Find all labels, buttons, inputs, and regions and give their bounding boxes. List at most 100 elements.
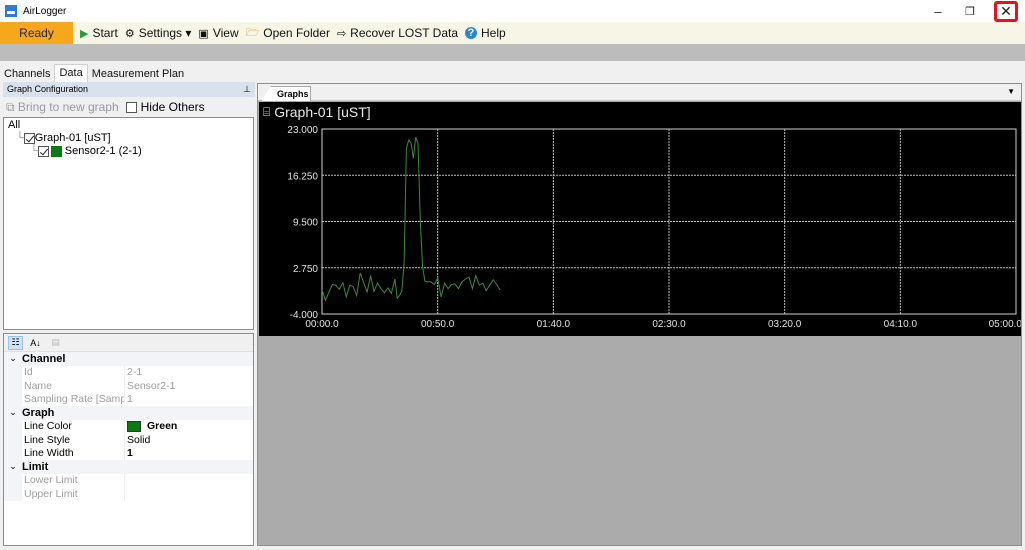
tree-graph-node[interactable]: └ Graph-01 [uST]: [8, 132, 249, 145]
bring-to-new-graph-button[interactable]: ⧉ Bring to new graph: [6, 100, 119, 115]
property-value-cell[interactable]: Solid: [124, 433, 253, 447]
property-value-cell[interactable]: Green: [124, 419, 253, 433]
settings-label: Settings ▾: [138, 26, 192, 40]
graph-node-label: Graph-01 [uST]: [34, 132, 111, 144]
window-title: AirLogger: [23, 5, 67, 17]
property-category-graph[interactable]: ⌄ Graph: [4, 406, 253, 420]
play-icon: ▶: [80, 27, 89, 40]
recover-icon: ⇨: [336, 27, 347, 40]
help-button[interactable]: ? Help: [465, 26, 506, 40]
help-icon: ?: [465, 27, 477, 39]
property-key: Lower Limit: [24, 474, 78, 487]
sensor-color-swatch: [50, 146, 62, 157]
y-tick-label: 2.750: [293, 264, 318, 275]
graphs-panel: Graphs ▼ ⌸ Graph-01 [uST] 23.000 16.250 9.5…: [257, 83, 1022, 546]
row-gutter: [4, 379, 22, 393]
close-button[interactable]: ✕: [994, 1, 1018, 22]
property-row[interactable]: Name Sensor2-1: [4, 379, 253, 393]
category-label: Channel: [22, 352, 66, 365]
graph-checkbox[interactable]: [23, 133, 35, 144]
property-value-cell[interactable]: 1: [124, 392, 253, 406]
title-bar: AirLogger – ❐ ✕: [0, 0, 1025, 22]
property-value-cell[interactable]: Sensor2-1: [124, 379, 253, 393]
x-tick-label: 02:30.0: [652, 319, 686, 330]
x-tick-label: 00:50.0: [421, 319, 455, 330]
x-tick-label: 00:00.0: [305, 319, 339, 330]
row-gutter: [4, 392, 22, 406]
pin-icon[interactable]: ⊥: [243, 82, 251, 97]
property-value: Sensor2-1: [127, 379, 176, 392]
recover-label: Recover LOST Data: [350, 26, 458, 40]
property-value-cell[interactable]: 2-1: [124, 365, 253, 379]
x-tick-label: 04:10.0: [884, 319, 918, 330]
sensor-checkbox[interactable]: [37, 146, 49, 157]
graph-configuration-title: Graph Configuration: [7, 84, 89, 94]
toolbar: Ready ▶ Start ⚙ Settings ▾ ▣ View 🗁 Open Fol…: [0, 22, 1025, 44]
row-gutter: [4, 487, 22, 501]
help-label: Help: [481, 26, 506, 40]
bring-label: Bring to new graph: [17, 99, 119, 114]
graph-config-toolbar: ⧉ Bring to new graph Hide Others: [3, 97, 255, 117]
categorized-icon[interactable]: ☷: [8, 335, 23, 350]
tree-sensor-node[interactable]: └ Sensor2-1 (2-1): [8, 145, 249, 158]
property-row[interactable]: Sampling Rate [Samp 1: [4, 392, 253, 406]
tree-root[interactable]: All: [8, 119, 249, 132]
sort-alpha-icon[interactable]: A↓: [28, 336, 43, 350]
maximize-button[interactable]: ❐: [955, 0, 985, 22]
hide-others-check[interactable]: [125, 101, 137, 113]
dropdown-icon[interactable]: ▼: [1007, 87, 1015, 96]
y-tick-label: 16.250: [287, 171, 318, 182]
view-button[interactable]: ▣ View: [198, 26, 238, 40]
y-tick-label: 9.500: [293, 218, 318, 229]
property-toolbar: ☷ A↓ ▤: [4, 334, 253, 352]
property-value-cell[interactable]: [124, 487, 253, 501]
tab-data[interactable]: Data: [54, 64, 88, 82]
settings-menu[interactable]: ⚙ Settings ▾: [125, 26, 192, 40]
property-key: Line Width: [24, 447, 74, 460]
row-gutter: [4, 446, 22, 460]
property-key: Sampling Rate [Samp: [24, 393, 124, 406]
graph-panel: ⌸ Graph-01 [uST] 23.000 16.250 9.500 2.750 -4…: [259, 102, 1021, 336]
property-value: 1: [127, 447, 133, 460]
row-gutter: [4, 365, 22, 379]
property-row[interactable]: Line Style Solid: [4, 433, 253, 447]
chevron-down-icon[interactable]: ⌄: [4, 461, 22, 472]
property-value-cell[interactable]: 1: [124, 446, 253, 460]
property-key: Id: [24, 366, 33, 379]
tab-measurement-plan[interactable]: Measurement Plan: [88, 66, 188, 82]
row-gutter: [4, 419, 22, 433]
row-gutter: [4, 473, 22, 487]
chevron-down-icon[interactable]: ⌄: [4, 353, 22, 364]
property-key: Upper Limit: [24, 487, 78, 500]
x-tick-label: 03:20.0: [768, 319, 802, 330]
sensor-node-label: Sensor2-1 (2-1): [64, 145, 142, 157]
gear-icon: ⚙: [124, 27, 135, 40]
property-row[interactable]: Lower Limit: [4, 473, 253, 487]
property-row[interactable]: Line Color Green: [4, 419, 253, 433]
x-tick-label: 05:00.0: [989, 319, 1021, 330]
property-row[interactable]: Upper Limit: [4, 487, 253, 501]
recover-lost-data-button[interactable]: ⇨ Recover LOST Data: [337, 26, 458, 40]
property-list: ⌄ Channel Id 2-1 Name Sensor2-1 Sampling Rate …: [4, 352, 253, 501]
row-gutter: [4, 433, 22, 447]
graphs-tab-bar: Graphs ▼: [258, 84, 1021, 101]
view-label: View: [212, 26, 239, 40]
line-chart: 23.00016.2509.5002.750-4.00000:00.0 00:50…: [287, 125, 1021, 330]
toolbar-separator: [0, 44, 1025, 61]
chevron-down-icon[interactable]: ⌄: [4, 407, 22, 418]
x-tick-label: 01:40.0: [537, 319, 571, 330]
property-row[interactable]: Id 2-1: [4, 365, 253, 379]
open-folder-button[interactable]: 🗁 Open Folder: [246, 24, 330, 43]
start-button[interactable]: ▶ Start: [80, 26, 118, 40]
property-pages-icon[interactable]: ▤: [48, 336, 63, 350]
series-line-sensor2-1: [321, 137, 501, 302]
left-tab-strip: Channels Data Measurement Plan: [0, 64, 256, 82]
property-row[interactable]: Line Width 1: [4, 446, 253, 460]
tab-channels[interactable]: Channels: [0, 66, 54, 82]
property-value-cell[interactable]: [124, 473, 253, 487]
hide-others-checkbox[interactable]: Hide Others: [125, 100, 205, 114]
tab-graphs[interactable]: Graphs: [261, 86, 311, 101]
property-category-limit[interactable]: ⌄ Limit: [4, 460, 253, 474]
minimize-button[interactable]: –: [923, 0, 953, 22]
property-category-channel[interactable]: ⌄ Channel: [4, 352, 253, 366]
